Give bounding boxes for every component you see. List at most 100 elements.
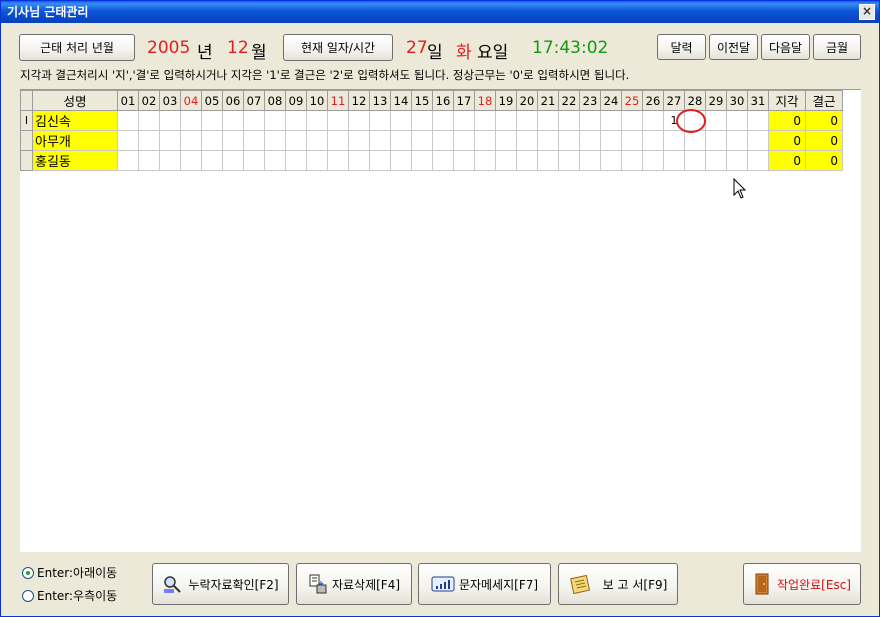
day-cell[interactable] [453, 110, 475, 131]
table-row[interactable]: 아무개 0 0 [20, 130, 843, 151]
table-row[interactable]: 홍길동 0 0 [20, 150, 843, 171]
absent-count-cell[interactable]: 0 [805, 130, 843, 151]
day-cell[interactable] [117, 130, 139, 151]
day-cell[interactable] [453, 130, 475, 151]
report-button[interactable]: 보 고 서[F9] [558, 563, 678, 605]
enter-right-option[interactable]: Enter:우측이동 [22, 587, 117, 604]
day-cell[interactable] [558, 130, 580, 151]
day-cell[interactable] [390, 150, 412, 171]
enter-down-option[interactable]: Enter:아래이동 [22, 564, 117, 581]
day-cell[interactable] [495, 110, 517, 131]
day-cell[interactable] [747, 110, 769, 131]
day-cell[interactable] [600, 130, 622, 151]
day-cell[interactable] [348, 150, 370, 171]
day-cell[interactable] [159, 110, 181, 131]
day-cell[interactable] [117, 110, 139, 131]
now-button[interactable]: 현재 일자/시간 [283, 34, 393, 61]
period-button[interactable]: 근태 처리 년월 [19, 34, 135, 61]
day-cell[interactable] [600, 150, 622, 171]
day-cell[interactable] [684, 150, 706, 171]
day-cell[interactable] [495, 130, 517, 151]
day-cell[interactable] [621, 110, 643, 131]
day-cell[interactable] [306, 130, 328, 151]
day-cell[interactable] [243, 130, 265, 151]
day-cell[interactable] [642, 110, 664, 131]
late-count-cell[interactable]: 0 [768, 110, 806, 131]
day-cell[interactable] [285, 110, 307, 131]
day-cell[interactable] [327, 150, 349, 171]
day-cell[interactable] [159, 130, 181, 151]
day-cell[interactable] [201, 150, 223, 171]
day-cell[interactable] [348, 130, 370, 151]
day-cell[interactable] [369, 150, 391, 171]
day-cell[interactable] [222, 110, 244, 131]
day-cell[interactable] [432, 150, 454, 171]
delete-data-button[interactable]: 자료삭제[F4] [296, 563, 412, 605]
day-cell[interactable] [726, 150, 748, 171]
late-count-cell[interactable]: 0 [768, 150, 806, 171]
day-cell[interactable] [663, 150, 685, 171]
prev-month-button[interactable]: 이전달 [709, 34, 758, 60]
current-month-button[interactable]: 금월 [813, 34, 861, 60]
day-cell[interactable] [474, 150, 496, 171]
day-cell[interactable] [264, 110, 286, 131]
late-count-cell[interactable]: 0 [768, 130, 806, 151]
day-cell[interactable] [285, 130, 307, 151]
day-cell[interactable] [432, 130, 454, 151]
employee-name-cell[interactable]: 홍길동 [32, 150, 118, 171]
day-cell[interactable] [180, 150, 202, 171]
missing-check-button[interactable]: 누락자료확인[F2] [152, 563, 289, 605]
day-cell[interactable] [642, 150, 664, 171]
day-cell[interactable] [159, 150, 181, 171]
day-cell[interactable] [474, 130, 496, 151]
day-cell[interactable] [474, 110, 496, 131]
absent-count-cell[interactable]: 0 [805, 150, 843, 171]
day-cell[interactable] [117, 150, 139, 171]
absent-count-cell[interactable]: 0 [805, 110, 843, 131]
day-cell[interactable] [432, 110, 454, 131]
day-cell[interactable] [495, 150, 517, 171]
day-cell[interactable] [621, 150, 643, 171]
day-cell[interactable] [222, 150, 244, 171]
day-cell[interactable] [642, 130, 664, 151]
day-cell[interactable] [516, 110, 538, 131]
day-cell[interactable] [453, 150, 475, 171]
day-cell[interactable] [390, 130, 412, 151]
day-cell[interactable] [327, 110, 349, 131]
day-cell[interactable] [579, 130, 601, 151]
day-cell[interactable] [726, 110, 748, 131]
day-cell[interactable] [684, 130, 706, 151]
table-row[interactable]: I 김신속 1 0 0 [20, 110, 843, 131]
day-cell[interactable] [516, 150, 538, 171]
day-cell[interactable] [537, 110, 559, 131]
day-cell[interactable] [306, 150, 328, 171]
day-cell[interactable] [411, 130, 433, 151]
day-cell[interactable] [264, 130, 286, 151]
day-cell[interactable] [537, 130, 559, 151]
day-cell[interactable] [579, 110, 601, 131]
day-cell[interactable] [327, 130, 349, 151]
day-cell[interactable] [558, 110, 580, 131]
next-month-button[interactable]: 다음달 [761, 34, 810, 60]
day-cell[interactable] [663, 130, 685, 151]
day-cell[interactable] [747, 150, 769, 171]
attendance-grid[interactable]: 성명 01 02 03 04 05 06 07 08 09 10 11 12 13 14 15 16 17 18 19… [20, 89, 861, 552]
day-cell[interactable] [558, 150, 580, 171]
day-cell[interactable] [285, 150, 307, 171]
day-cell[interactable] [369, 130, 391, 151]
day-cell[interactable] [390, 110, 412, 131]
day-cell[interactable] [705, 150, 727, 171]
day-cell[interactable] [579, 150, 601, 171]
day-cell[interactable] [243, 110, 265, 131]
employee-name-cell[interactable]: 김신속 [32, 110, 118, 131]
day-cell[interactable] [348, 110, 370, 131]
day-cell[interactable] [138, 150, 160, 171]
day-cell[interactable] [264, 150, 286, 171]
day-cell[interactable] [201, 130, 223, 151]
day-cell[interactable] [705, 130, 727, 151]
day-cell[interactable] [306, 110, 328, 131]
close-button[interactable]: × [859, 4, 875, 20]
day-cell[interactable] [180, 110, 202, 131]
day-cell[interactable] [705, 110, 727, 131]
day-cell[interactable] [243, 150, 265, 171]
